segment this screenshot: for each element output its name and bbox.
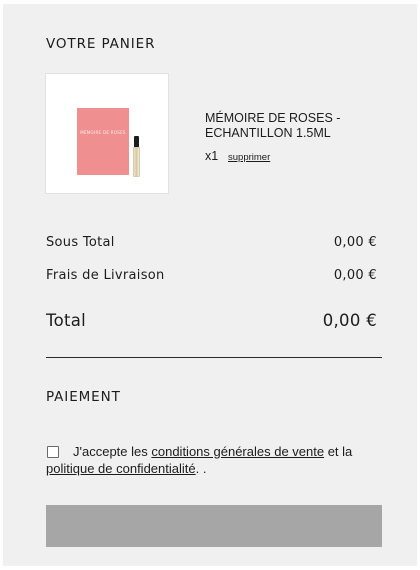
subtotal-label: Sous Total [46, 235, 115, 250]
vial-illustration [133, 147, 140, 177]
product-image[interactable]: MÉMOIRE DE ROSES [45, 73, 169, 194]
payment-title: PAIEMENT [46, 389, 121, 405]
terms-prefix: J'accepte les [73, 444, 152, 459]
product-quantity: x1 [205, 149, 219, 163]
total-label: Total [46, 311, 87, 330]
terms-conditions-link[interactable]: conditions générales de vente [151, 444, 324, 459]
cart-panel: VOTRE PANIER MÉMOIRE DE ROSES MÉMOIRE DE… [3, 4, 417, 566]
shipping-label: Frais de Livraison [46, 268, 165, 283]
divider [46, 357, 382, 358]
sample-card-illustration: MÉMOIRE DE ROSES [77, 108, 129, 175]
product-name: MÉMOIRE DE ROSES - ECHANTILLON 1.5ML [205, 111, 341, 140]
terms-text: J'accepte les conditions générales de ve… [46, 443, 366, 477]
pay-button[interactable] [46, 505, 382, 547]
shipping-value: 0,00 € [333, 268, 377, 283]
privacy-policy-link[interactable]: politique de confidentialité [46, 461, 196, 476]
terms-middle: et la [324, 444, 353, 459]
total-value: 0,00 € [322, 311, 377, 330]
remove-item-link[interactable]: supprimer [228, 152, 270, 163]
subtotal-value: 0,00 € [333, 235, 377, 250]
terms-suffix: . . [195, 461, 207, 476]
sample-card-text: MÉMOIRE DE ROSES [80, 130, 126, 135]
cart-title: VOTRE PANIER [46, 36, 156, 52]
